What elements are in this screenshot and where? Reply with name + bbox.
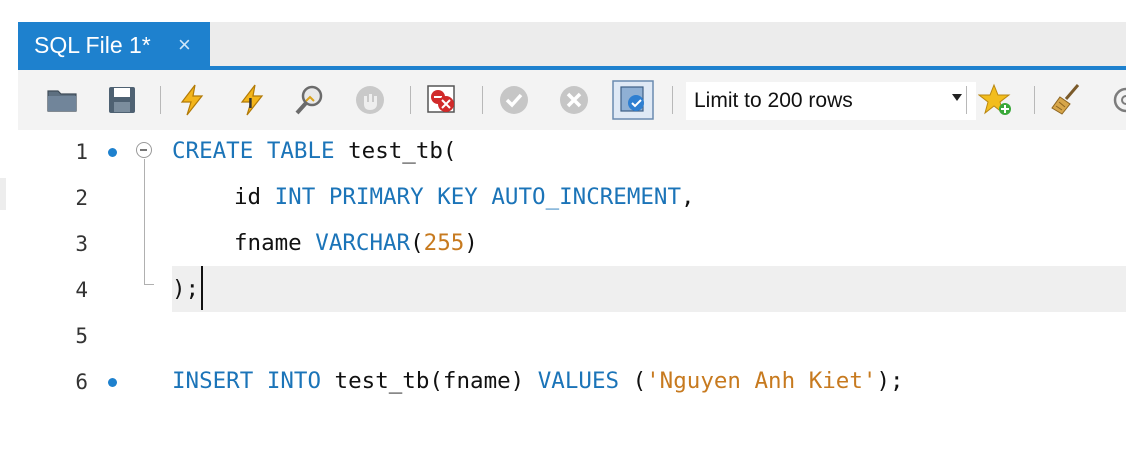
sql-identifier: id	[234, 184, 262, 210]
svg-text:I: I	[248, 97, 253, 112]
tab-label: SQL File 1*	[34, 31, 151, 58]
line-number: 1	[75, 140, 88, 164]
left-panel-edge	[0, 22, 18, 452]
sql-keyword: INSERT INTO	[172, 368, 322, 394]
close-tab-icon[interactable]: ×	[178, 30, 191, 60]
sql-keyword: VARCHAR	[315, 230, 411, 256]
sql-editor[interactable]: 1 2 3 4 5 6 CREATE TABLE test_tb( id INT…	[18, 130, 1126, 452]
toolbar-separator	[1034, 86, 1035, 114]
sql-keyword: INT PRIMARY KEY AUTO_INCREMENT	[274, 184, 682, 210]
statement-marker-dot	[108, 378, 117, 387]
commit-icon[interactable]	[496, 82, 532, 118]
sql-string: 'Nguyen Anh Kiet'	[646, 368, 877, 394]
sql-punctuation: (	[619, 368, 647, 394]
code-line-2: id INT PRIMARY KEY AUTO_INCREMENT,	[234, 184, 695, 210]
line-number: 5	[75, 324, 88, 348]
line-number: 4	[75, 278, 88, 302]
sql-identifier: fname	[234, 230, 302, 256]
sql-keyword: VALUES	[537, 368, 620, 394]
rollback-icon[interactable]	[556, 82, 592, 118]
fold-guide-end	[144, 284, 154, 285]
toolbar-separator	[410, 86, 411, 114]
limit-rows-select[interactable]: Limit to 200 rows	[686, 82, 976, 120]
tab-sql-file-1[interactable]: SQL File 1* ×	[18, 22, 210, 68]
code-line-1: CREATE TABLE test_tb(	[172, 138, 456, 164]
limit-rows-value: Limit to 200 rows	[694, 89, 853, 112]
current-line-highlight	[172, 266, 1126, 312]
sql-text: test_tb(fname)	[321, 368, 538, 394]
left-panel-splitter[interactable]	[0, 178, 6, 210]
statement-marker-dot	[108, 148, 117, 157]
toolbar-separator	[160, 86, 161, 114]
window-top-strip	[0, 0, 1126, 23]
save-icon[interactable]	[104, 82, 140, 118]
execute-icon[interactable]	[174, 82, 210, 118]
text-caret	[201, 266, 203, 310]
execute-current-icon[interactable]: I	[234, 82, 270, 118]
code-line-3: fname VARCHAR(255)	[234, 230, 478, 256]
code-line-6: INSERT INTO test_tb(fname) VALUES ('Nguy…	[172, 368, 904, 394]
sql-punctuation: );	[172, 276, 200, 302]
autocommit-toggle-icon[interactable]	[612, 80, 654, 120]
toggle-error-stop-icon[interactable]	[424, 82, 460, 118]
sql-number: 255	[423, 230, 465, 256]
line-number: 6	[75, 370, 88, 394]
toolbar-separator	[672, 86, 673, 114]
line-number: 2	[75, 186, 88, 210]
sql-punctuation: ,	[681, 184, 695, 210]
sql-text: test_tb(	[334, 138, 457, 164]
stop-icon[interactable]	[352, 82, 388, 118]
sql-punctuation: )	[464, 230, 478, 256]
sql-keyword: CREATE TABLE	[172, 138, 335, 164]
fold-toggle-icon[interactable]	[136, 142, 152, 158]
explain-magnifier-icon[interactable]	[292, 82, 328, 118]
line-number: 3	[75, 232, 88, 256]
editor-tab-bar: SQL File 1* ×	[18, 22, 1126, 68]
toolbar-separator	[482, 86, 483, 114]
sql-punctuation: (	[410, 230, 424, 256]
chevron-down-icon	[952, 94, 962, 101]
toolbar-separator	[966, 86, 967, 114]
add-snippet-star-icon[interactable]	[978, 82, 1014, 118]
beautify-broom-icon[interactable]	[1048, 82, 1084, 118]
sql-punctuation: );	[876, 368, 904, 394]
fold-guide-line	[144, 159, 145, 285]
open-folder-icon[interactable]	[44, 82, 80, 118]
sql-editor-toolbar: I Limit to 200 rows	[18, 70, 1126, 130]
code-line-4: );	[172, 276, 199, 302]
find-icon[interactable]	[1108, 82, 1126, 118]
